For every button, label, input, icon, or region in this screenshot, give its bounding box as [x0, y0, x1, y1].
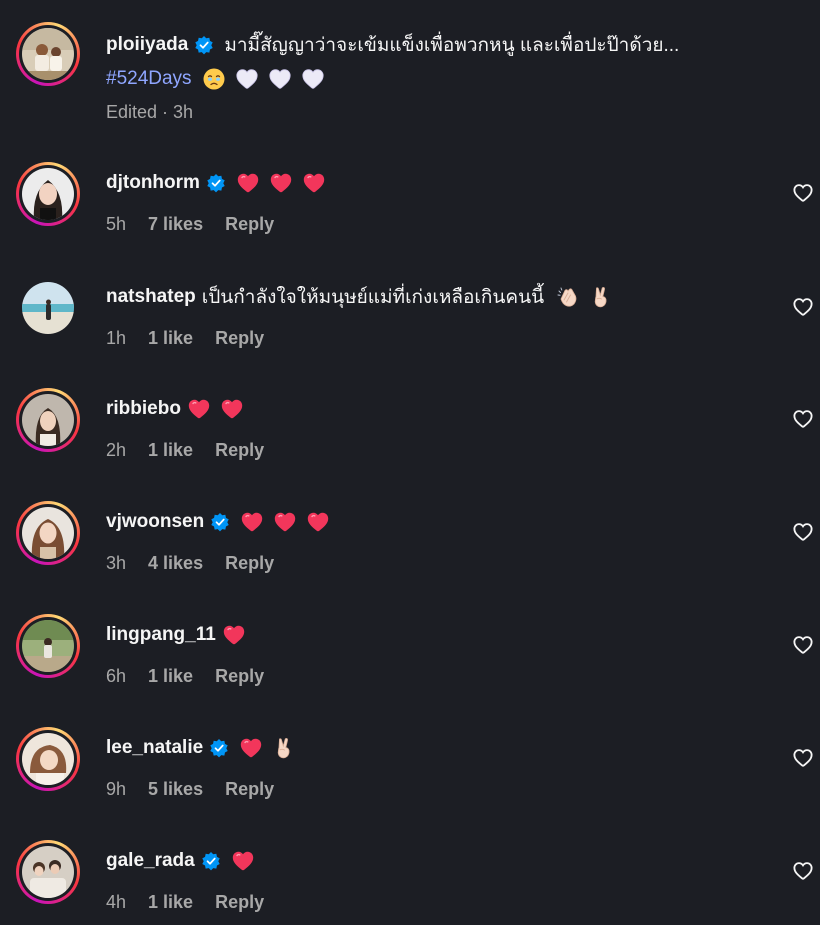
avatar[interactable]	[22, 28, 74, 80]
red-heart-emoji	[240, 510, 264, 534]
comments-feed: ploiiyada มามี๊สัญญาว่าจะเข้มแข็งเพื่อพว…	[0, 0, 820, 925]
reply-button[interactable]: Reply	[215, 892, 264, 913]
avatar-ring[interactable]	[16, 501, 80, 565]
avatar[interactable]	[22, 168, 74, 220]
timestamp: 4h	[106, 892, 127, 912]
timestamp: 2h	[106, 440, 127, 460]
username[interactable]: ploiiyada	[106, 34, 188, 56]
red-heart-emoji	[239, 736, 263, 760]
red-heart-emoji	[306, 510, 330, 534]
timestamp: 9h	[106, 779, 127, 799]
edited-label: Edited	[106, 102, 158, 122]
verified-badge-icon	[194, 35, 214, 55]
avatar-ring[interactable]	[16, 276, 80, 340]
reply-button[interactable]: Reply	[225, 779, 274, 800]
avatar-ring[interactable]	[16, 727, 80, 791]
likes-count[interactable]: 1 like	[148, 892, 193, 913]
avatar-ring[interactable]	[16, 162, 80, 226]
red-heart-emoji	[222, 623, 246, 647]
comment-text: เป็นกำลังใจให้มนุษย์แม่ที่เก่งเหลือเกินค…	[201, 287, 545, 308]
likes-count[interactable]: 5 likes	[148, 779, 203, 800]
avatar[interactable]	[22, 846, 74, 898]
username[interactable]: gale_rada	[106, 850, 195, 872]
heart-outline-icon[interactable]	[792, 521, 814, 543]
username[interactable]: vjwoonsen	[106, 511, 204, 533]
white-heart-emoji	[301, 67, 325, 91]
red-heart-emoji	[236, 171, 260, 195]
likes-count[interactable]: 1 like	[148, 328, 193, 349]
avatar[interactable]	[22, 507, 74, 559]
red-heart-emoji	[269, 171, 293, 195]
reply-button[interactable]: Reply	[215, 328, 264, 349]
avatar-ring[interactable]	[16, 388, 80, 452]
username[interactable]: lingpang_11	[106, 624, 216, 646]
avatar[interactable]	[22, 394, 74, 446]
likes-count[interactable]: 4 likes	[148, 553, 203, 574]
heart-outline-icon[interactable]	[792, 296, 814, 318]
red-heart-emoji	[231, 849, 255, 873]
verified-badge-icon	[206, 173, 226, 193]
holding-back-tears-emoji	[202, 67, 226, 91]
avatar-ring[interactable]	[16, 840, 80, 904]
avatar[interactable]	[22, 282, 74, 334]
timestamp: 6h	[106, 666, 127, 686]
heart-outline-icon[interactable]	[792, 634, 814, 656]
timestamp: 3h	[173, 102, 194, 122]
verified-badge-icon	[209, 738, 229, 758]
timestamp: 3h	[106, 553, 127, 573]
avatar-ring[interactable]	[16, 22, 80, 86]
hashtag-link[interactable]: #524Days	[106, 68, 192, 90]
avatar-ring[interactable]	[16, 614, 80, 678]
caption-text: มามี๊สัญญาว่าจะเข้มแข็งเพื่อพวกหนู และเพ…	[224, 35, 680, 56]
reply-button[interactable]: Reply	[225, 214, 274, 235]
timestamp: 5h	[106, 214, 127, 234]
reply-button[interactable]: Reply	[215, 440, 264, 461]
username[interactable]: djtonhorm	[106, 172, 200, 194]
white-heart-emoji	[235, 67, 259, 91]
red-heart-emoji	[273, 510, 297, 534]
reply-button[interactable]: Reply	[215, 666, 264, 687]
reply-button[interactable]: Reply	[225, 553, 274, 574]
timestamp: 1h	[106, 328, 127, 348]
avatar[interactable]	[22, 620, 74, 672]
username[interactable]: lee_natalie	[106, 737, 203, 759]
likes-count[interactable]: 1 like	[148, 666, 193, 687]
red-heart-emoji	[220, 397, 244, 421]
red-heart-emoji	[187, 397, 211, 421]
meta-separator: ·	[162, 102, 169, 122]
victory-hand-emoji	[272, 736, 296, 760]
heart-outline-icon[interactable]	[792, 408, 814, 430]
avatar[interactable]	[22, 733, 74, 785]
heart-outline-icon[interactable]	[792, 747, 814, 769]
white-heart-emoji	[268, 67, 292, 91]
heart-outline-icon[interactable]	[792, 182, 814, 204]
verified-badge-icon	[210, 512, 230, 532]
verified-badge-icon	[201, 851, 221, 871]
username[interactable]: ribbiebo	[106, 398, 181, 420]
red-heart-emoji	[302, 171, 326, 195]
likes-count[interactable]: 7 likes	[148, 214, 203, 235]
username[interactable]: natshatep	[106, 286, 196, 308]
heart-outline-icon[interactable]	[792, 860, 814, 882]
clapping-hands-emoji	[556, 285, 580, 309]
victory-hand-emoji	[589, 285, 613, 309]
likes-count[interactable]: 1 like	[148, 440, 193, 461]
